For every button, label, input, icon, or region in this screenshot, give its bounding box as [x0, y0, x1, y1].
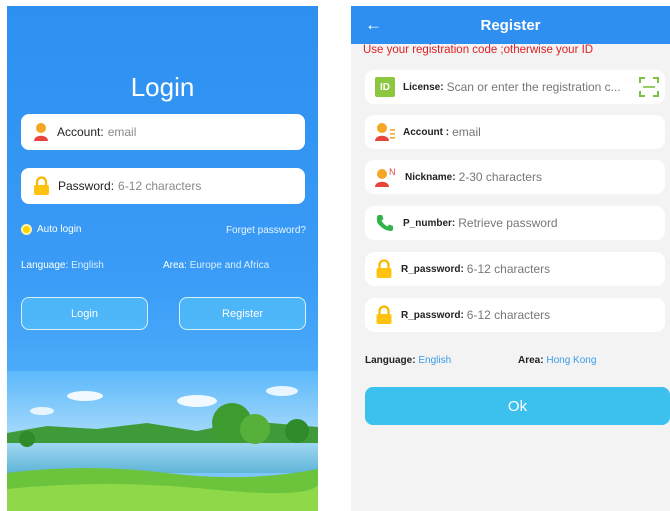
register-language-selector[interactable]: Language: English: [365, 355, 451, 366]
user-icon: [375, 123, 395, 141]
id-badge-icon: ID: [375, 77, 395, 97]
account-input[interactable]: Account: email: [21, 114, 305, 150]
license-placeholder: Scan or enter the registration c...: [446, 80, 621, 94]
registration-notice: Use your registration code ;otherwise yo…: [363, 44, 594, 56]
account-label: Account:: [57, 125, 104, 139]
language-label: Language:: [21, 260, 69, 271]
lock-icon: [376, 305, 392, 324]
license-input[interactable]: ID License: Scan or enter the registrati…: [365, 70, 665, 104]
register-title: Register: [480, 16, 541, 34]
register-area-selector[interactable]: Area: Hong Kong: [518, 355, 596, 366]
auto-login-toggle[interactable]: Auto login: [21, 224, 81, 235]
phone-number-placeholder: Retrieve password: [458, 216, 558, 230]
user-icon: [34, 123, 48, 141]
register-header: ← Register: [351, 6, 670, 44]
register-area-value[interactable]: Hong Kong: [546, 355, 596, 366]
register-area-label: Area:: [518, 355, 544, 366]
confirm-password-placeholder: 6-12 characters: [466, 308, 551, 322]
phone-icon: [376, 215, 393, 231]
account-placeholder: email: [107, 125, 137, 139]
ok-button[interactable]: Ok: [365, 387, 670, 425]
area-selector[interactable]: Area: Europe and Africa: [163, 260, 269, 271]
auto-login-radio[interactable]: [21, 224, 32, 235]
language-value[interactable]: English: [71, 260, 104, 271]
auto-login-label: Auto login: [37, 224, 82, 235]
register-language-label: Language:: [365, 355, 416, 366]
confirm-password-input[interactable]: R_password: 6-12 characters: [365, 298, 665, 332]
login-screen: Login Account: email Password: 6-12 char…: [7, 6, 318, 511]
phone-number-label: P_number:: [403, 217, 456, 229]
register-password-label: R_password:: [401, 263, 464, 275]
confirm-password-label: R_password:: [401, 309, 464, 321]
license-label: License:: [403, 81, 444, 93]
register-account-input[interactable]: Account : email: [365, 115, 665, 149]
lock-icon: [376, 259, 392, 278]
area-value[interactable]: Europe and Africa: [190, 260, 270, 271]
login-button[interactable]: Login: [21, 297, 148, 330]
login-title: Login: [130, 72, 195, 102]
password-placeholder: 6-12 characters: [118, 179, 202, 193]
area-label: Area:: [163, 260, 187, 271]
register-password-placeholder: 6-12 characters: [466, 262, 551, 276]
register-button[interactable]: Register: [179, 297, 306, 330]
forgot-password-link[interactable]: Forget password?: [226, 225, 306, 236]
register-screen: ← Register Use your registration code ;o…: [351, 6, 670, 511]
user-nickname-icon: N: [375, 167, 396, 187]
landscape-illustration: [7, 371, 318, 511]
password-input[interactable]: Password: 6-12 characters: [21, 168, 305, 204]
register-account-placeholder: email: [452, 125, 481, 139]
scan-icon[interactable]: [639, 77, 659, 97]
nickname-placeholder: 2-30 characters: [458, 170, 542, 184]
register-password-input[interactable]: R_password: 6-12 characters: [365, 252, 665, 286]
nickname-label: Nickname:: [405, 171, 456, 183]
back-arrow-icon[interactable]: ←: [365, 15, 382, 35]
nickname-input[interactable]: N Nickname: 2-30 characters: [365, 160, 665, 194]
language-selector[interactable]: Language: English: [21, 260, 104, 271]
nickname-badge: N: [389, 167, 396, 177]
lock-icon: [34, 176, 49, 195]
register-account-label: Account :: [403, 126, 450, 138]
phone-number-input[interactable]: P_number: Retrieve password: [365, 206, 665, 240]
register-language-value[interactable]: English: [418, 355, 451, 366]
password-label: Password:: [58, 179, 115, 193]
